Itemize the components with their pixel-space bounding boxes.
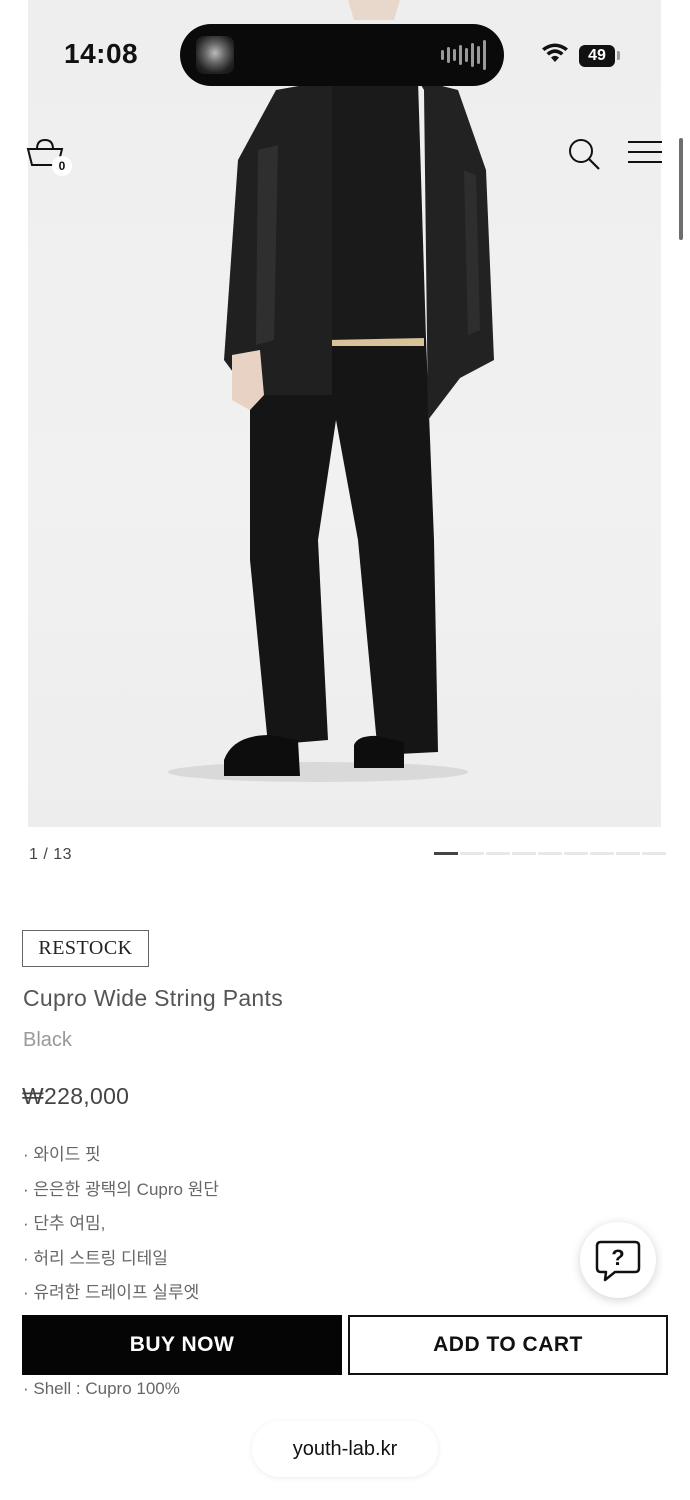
- svg-text:?: ?: [611, 1245, 624, 1270]
- add-to-cart-button[interactable]: ADD TO CART: [348, 1315, 668, 1375]
- pager-segment[interactable]: [564, 852, 588, 855]
- search-icon: [569, 139, 600, 170]
- pager-segment[interactable]: [642, 852, 666, 855]
- product-image[interactable]: [28, 0, 661, 827]
- scrollbar[interactable]: [679, 138, 683, 240]
- browser-url-bar[interactable]: youth-lab.kr: [252, 1421, 438, 1477]
- now-playing-artwork: [196, 36, 234, 74]
- gallery-counter: 1 / 13: [29, 846, 73, 863]
- material-spec: · Shell : Cupro 100%: [23, 1379, 180, 1398]
- product-title: Cupro Wide String Pants: [23, 985, 284, 1011]
- menu-icon: [628, 141, 662, 163]
- list-item: · 유려한 드레이프 실루엣: [23, 1283, 200, 1302]
- battery-cap-icon: [617, 51, 620, 60]
- buy-now-button[interactable]: BUY NOW: [22, 1315, 342, 1375]
- cart-count-badge: 0: [52, 156, 72, 176]
- search-button[interactable]: [566, 136, 602, 172]
- feature-list: · 와이드 핏 · 은은한 광택의 Cupro 원단 · 단추 여밈, · 허리…: [23, 1144, 219, 1317]
- help-chat-button[interactable]: ?: [580, 1222, 656, 1298]
- gallery-pager[interactable]: [434, 852, 666, 855]
- product-color: Black: [23, 1029, 72, 1051]
- pager-segment[interactable]: [486, 852, 510, 855]
- audio-waveform-icon: [441, 40, 486, 70]
- pager-segment[interactable]: [460, 852, 484, 855]
- product-price: ₩228,000: [22, 1083, 130, 1109]
- pager-segment[interactable]: [590, 852, 614, 855]
- wifi-icon: [542, 43, 568, 62]
- battery-indicator: 49: [579, 45, 615, 67]
- list-item: · 와이드 핏: [23, 1145, 101, 1164]
- pager-segment[interactable]: [616, 852, 640, 855]
- pager-segment[interactable]: [512, 852, 536, 855]
- list-item: · 은은한 광택의 Cupro 원단: [23, 1179, 219, 1199]
- model-photo: [168, 0, 494, 782]
- restock-badge: RESTOCK: [22, 930, 149, 967]
- dynamic-island: [180, 24, 504, 86]
- list-item: · 단추 여밈,: [23, 1214, 106, 1233]
- question-chat-icon: ?: [595, 1240, 641, 1282]
- list-item: · 허리 스트링 디테일: [23, 1248, 168, 1268]
- pager-segment[interactable]: [538, 852, 562, 855]
- menu-button[interactable]: [626, 138, 664, 168]
- status-time: 14:08: [64, 38, 139, 69]
- pager-segment[interactable]: [434, 852, 458, 855]
